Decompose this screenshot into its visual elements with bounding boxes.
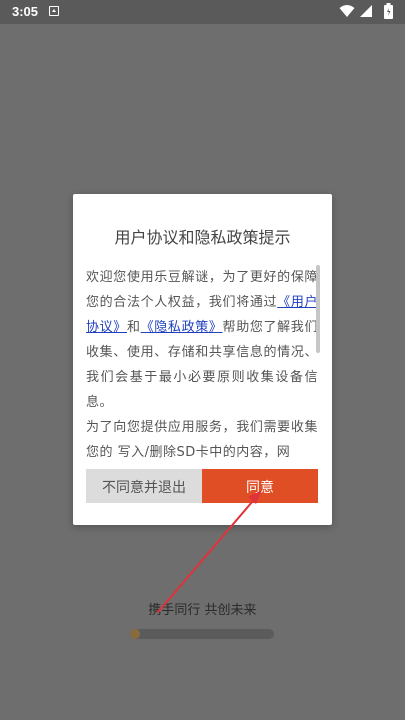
loading-progress-bar bbox=[130, 629, 274, 639]
privacy-dialog: 用户协议和隐私政策提示 欢迎您使用乐豆解谜，为了更好的保障您的合法个人权益，我们… bbox=[73, 194, 332, 525]
screen: 3:05 用户协议和隐私政策提示 欢迎您使用乐豆解谜，为了更好的保障您的合法个人… bbox=[0, 0, 405, 720]
body-conjunction: 和 bbox=[126, 320, 141, 335]
loading-progress-fill bbox=[130, 629, 141, 639]
dialog-title: 用户协议和隐私政策提示 bbox=[114, 228, 291, 247]
signal-icon bbox=[360, 5, 372, 17]
body-paragraph-2: 为了向您提供应用服务，我们需要收集您的 写入/删除SD卡中的内容，网 bbox=[86, 420, 318, 458]
dialog-scrollbar[interactable] bbox=[316, 265, 320, 353]
notification-icon bbox=[49, 6, 59, 16]
disagree-exit-button[interactable]: 不同意并退出 bbox=[86, 469, 202, 503]
battery-icon bbox=[384, 3, 393, 19]
dialog-body[interactable]: 欢迎您使用乐豆解谜，为了更好的保障您的合法个人权益，我们将通过《用户协议》和《隐… bbox=[86, 265, 318, 458]
wifi-icon bbox=[339, 5, 355, 17]
agree-button[interactable]: 同意 bbox=[202, 469, 318, 503]
privacy-policy-link[interactable]: 《隐私政策》 bbox=[141, 320, 223, 335]
splash-slogan: 携手同行 共创未来 bbox=[148, 603, 257, 618]
status-bar: 3:05 bbox=[0, 0, 405, 24]
status-time: 3:05 bbox=[12, 4, 39, 19]
body-paragraph-1: 欢迎您使用乐豆解谜，为了更好的保障您的合法个人权益，我们将通过《用户协议》和《隐… bbox=[86, 265, 318, 415]
